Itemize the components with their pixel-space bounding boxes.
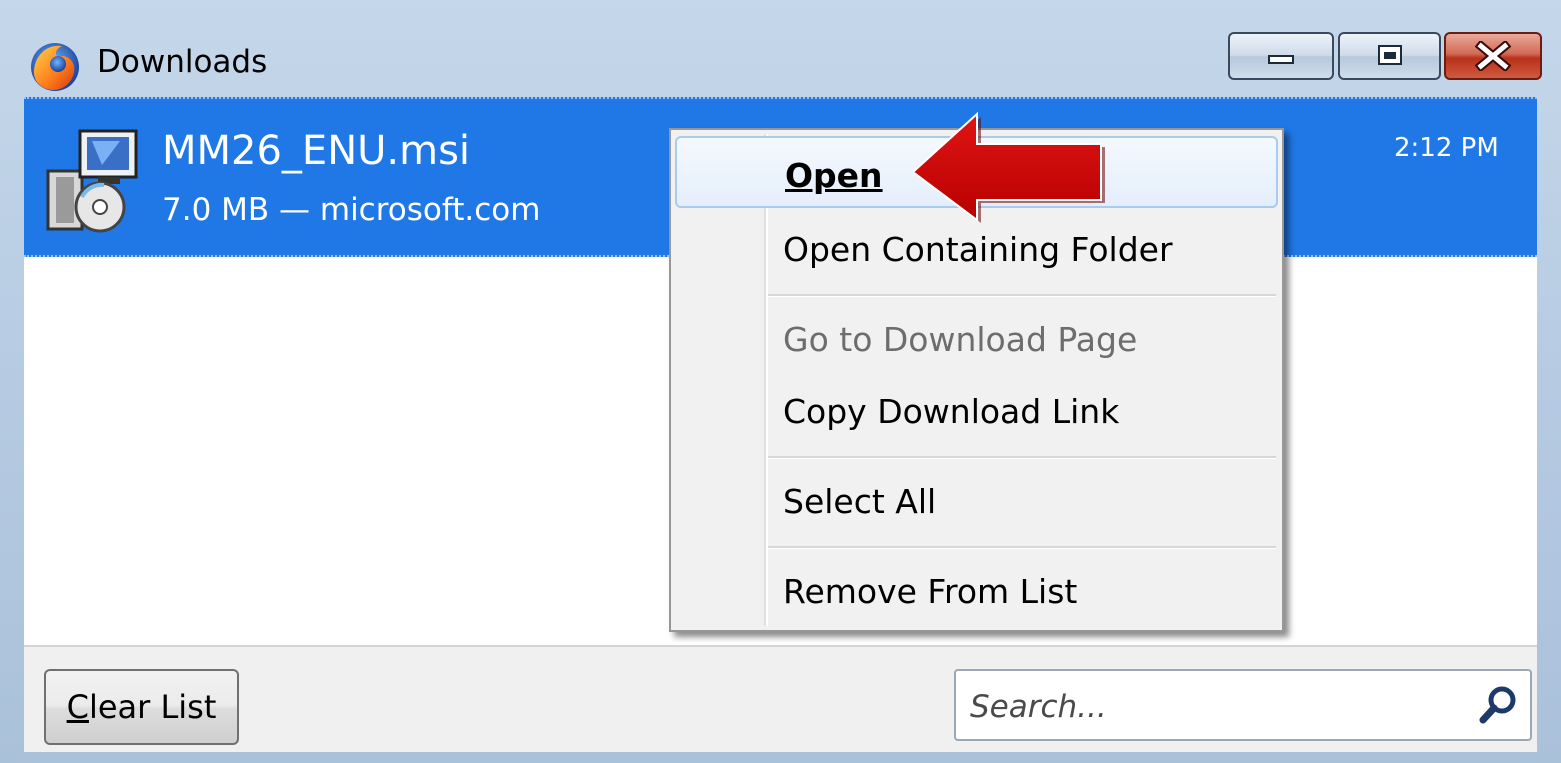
close-icon bbox=[1474, 41, 1512, 71]
minimize-icon bbox=[1268, 55, 1294, 64]
menu-item-open-containing-folder[interactable]: Open Containing Folder bbox=[675, 214, 1278, 286]
menu-select-all-label: Select All bbox=[783, 482, 937, 521]
clear-list-rest: lear List bbox=[88, 688, 217, 726]
menu-remove-label: Remove From List bbox=[783, 572, 1078, 611]
menu-item-remove-from-list[interactable]: Remove From List bbox=[675, 556, 1278, 628]
msi-installer-icon bbox=[46, 129, 138, 233]
maximize-button[interactable] bbox=[1338, 32, 1441, 80]
menu-copy-link-label: Copy Download Link bbox=[783, 392, 1120, 431]
download-time: 2:12 PM bbox=[1394, 133, 1499, 163]
search-icon[interactable] bbox=[1476, 683, 1520, 727]
maximize-icon bbox=[1377, 45, 1402, 65]
menu-open-folder-label: Open Containing Folder bbox=[783, 230, 1173, 269]
clear-list-accel: C bbox=[66, 688, 89, 726]
menu-item-copy-download-link[interactable]: Copy Download Link bbox=[675, 376, 1278, 448]
menu-open-label: Open bbox=[785, 156, 883, 195]
menu-separator bbox=[768, 456, 1276, 459]
clear-list-label: Clear List bbox=[67, 688, 217, 726]
title-bar: Downloads bbox=[0, 0, 1561, 100]
menu-separator bbox=[768, 294, 1276, 297]
red-arrow-icon bbox=[911, 111, 1105, 223]
file-name: MM26_ENU.msi bbox=[162, 128, 471, 174]
window-title: Downloads bbox=[97, 44, 268, 80]
menu-go-to-page-label: Go to Download Page bbox=[783, 320, 1138, 359]
minimize-button[interactable] bbox=[1228, 32, 1334, 80]
menu-item-go-to-download-page[interactable]: Go to Download Page bbox=[675, 304, 1278, 376]
bottom-toolbar: Clear List bbox=[24, 645, 1537, 752]
firefox-icon bbox=[31, 43, 79, 91]
search-input[interactable] bbox=[968, 679, 1452, 735]
menu-separator bbox=[768, 546, 1276, 549]
file-size-source: 7.0 MB — microsoft.com bbox=[162, 192, 541, 228]
close-button[interactable] bbox=[1444, 32, 1542, 80]
clear-list-button[interactable]: Clear List bbox=[44, 669, 239, 745]
menu-item-select-all[interactable]: Select All bbox=[675, 466, 1278, 538]
search-box[interactable] bbox=[954, 669, 1532, 741]
